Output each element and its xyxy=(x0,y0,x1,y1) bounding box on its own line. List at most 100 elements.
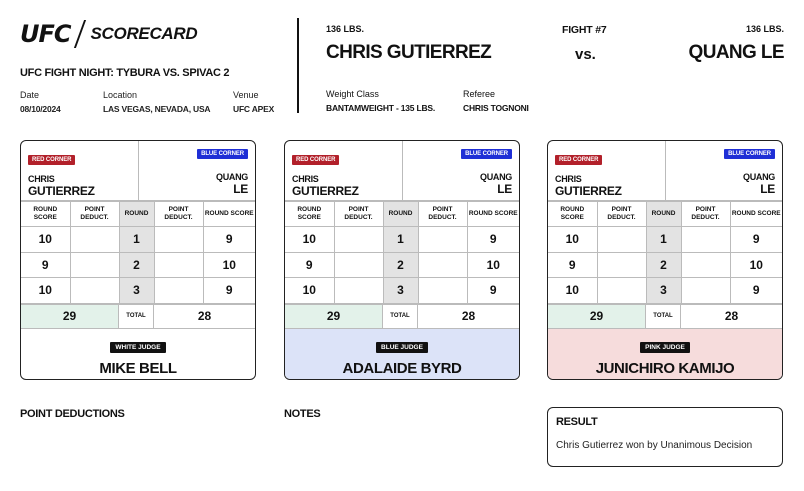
round-number: 1 xyxy=(645,226,682,253)
score-table: ROUND SCORE POINT DEDUCT. ROUND POINT DE… xyxy=(285,201,519,304)
blue-corner-badge: BLUE CORNER xyxy=(197,149,248,159)
round-header: ROUND xyxy=(382,201,419,227)
judge-panel: BLUE JUDGE ADALAIDE BYRD xyxy=(285,328,519,379)
red-point-deduct-header: POINT DEDUCT. xyxy=(333,201,384,227)
location-value: LAS VEGAS, NEVADA, USA xyxy=(103,104,211,114)
red-fighter-last-name: GUTIERREZ xyxy=(28,184,95,198)
red-round-score: 10 xyxy=(21,277,71,304)
red-corner-panel: RED CORNER CHRIS GUTIERREZ xyxy=(21,141,139,200)
scorecard-logo-text: SCORECARD xyxy=(90,24,198,43)
red-round-score: 10 xyxy=(285,226,335,253)
round-number: 2 xyxy=(118,251,155,278)
score-row: 9 2 10 xyxy=(21,251,255,278)
score-row: 10 1 9 xyxy=(285,226,519,253)
result-text: Chris Gutierrez won by Unanimous Decisio… xyxy=(556,440,753,451)
blue-round-score: 9 xyxy=(202,277,255,304)
score-table: ROUND SCORE POINT DEDUCT. ROUND POINT DE… xyxy=(21,201,255,304)
red-corner-panel: RED CORNER CHRIS GUTIERREZ xyxy=(548,141,666,200)
judge-panel: WHITE JUDGE MIKE BELL xyxy=(21,329,255,380)
referee-label: Referee xyxy=(463,89,496,99)
red-point-deduction xyxy=(69,251,120,278)
notes-heading: NOTES xyxy=(284,408,321,420)
blue-round-score: 10 xyxy=(466,251,519,278)
red-corner-panel: RED CORNER CHRIS GUTIERREZ xyxy=(285,141,403,200)
blue-point-deduction xyxy=(153,226,204,253)
red-round-score-header: ROUND SCORE xyxy=(285,201,335,227)
location-field: Location LAS VEGAS, NEVADA, USA xyxy=(103,90,211,114)
red-corner-badge: RED CORNER xyxy=(555,155,603,165)
judge-scorecard-1: RED CORNER CHRIS GUTIERREZ BLUE CORNER Q… xyxy=(20,140,256,380)
weight-class-label: Weight Class xyxy=(326,89,379,99)
fight-number: FIGHT #7 xyxy=(562,24,607,36)
red-point-deduction xyxy=(69,277,120,304)
logo-divider xyxy=(73,20,86,48)
red-fighter-last-name: GUTIERREZ xyxy=(555,184,622,198)
blue-corner-fighter: QUANG LE xyxy=(673,171,775,196)
blue-round-score: 10 xyxy=(729,251,782,278)
round-number: 1 xyxy=(118,226,155,253)
red-total-score: 29 xyxy=(21,304,119,328)
judge-panel: PINK JUDGE JUNICHIRO KAMIJO xyxy=(548,328,782,379)
blue-round-score: 9 xyxy=(466,226,519,253)
blue-point-deduction xyxy=(680,226,731,253)
red-round-score: 9 xyxy=(285,251,335,278)
date-label: Date xyxy=(20,90,40,100)
blue-fighter-name: QUANG LE xyxy=(688,42,785,63)
judge-name: JUNICHIRO KAMIJO xyxy=(595,359,735,377)
red-point-deduction xyxy=(333,251,384,278)
red-point-deduction xyxy=(333,277,384,304)
score-table-header: ROUND SCORE POINT DEDUCT. ROUND POINT DE… xyxy=(548,201,782,227)
totals-row: 29 TOTAL 28 xyxy=(548,303,782,329)
blue-corner-badge: BLUE CORNER xyxy=(461,149,512,159)
score-table-header: ROUND SCORE POINT DEDUCT. ROUND POINT DE… xyxy=(21,201,255,227)
total-label: TOTAL xyxy=(646,304,681,328)
blue-fighter-last-name: LE xyxy=(497,182,512,196)
total-label: TOTAL xyxy=(383,304,418,328)
event-title: UFC FIGHT NIGHT: TYBURA VS. SPIVAC 2 xyxy=(20,67,230,79)
blue-total-score: 28 xyxy=(724,309,739,323)
blue-round-score-header: ROUND SCORE xyxy=(202,201,255,227)
total-label: TOTAL xyxy=(119,304,154,328)
red-corner-fighter: CHRIS GUTIERREZ xyxy=(28,173,131,197)
weight-class-value: BANTAMWEIGHT - 135 LBS. xyxy=(326,103,436,113)
versus-label: vs. xyxy=(575,46,596,63)
location-label: Location xyxy=(103,90,138,100)
red-round-score: 10 xyxy=(285,277,335,304)
score-table: ROUND SCORE POINT DEDUCT. ROUND POINT DE… xyxy=(548,201,782,304)
blue-point-deduct-header: POINT DEDUCT. xyxy=(417,201,468,227)
blue-point-deduction xyxy=(417,226,468,253)
red-total-score: 29 xyxy=(285,304,383,328)
round-number: 2 xyxy=(645,251,682,278)
weight-class-field: Weight Class BANTAMWEIGHT - 135 LBS. xyxy=(326,89,435,113)
venue-value: UFC APEX xyxy=(233,104,275,114)
blue-fighter-weight: 136 LBS. xyxy=(745,24,784,34)
blue-point-deduct-header: POINT DEDUCT. xyxy=(153,201,204,227)
blue-corner-fighter: QUANG LE xyxy=(410,171,512,196)
totals-row: 29 TOTAL 28 xyxy=(21,303,255,329)
red-total-score: 29 xyxy=(548,304,646,328)
blue-round-score: 9 xyxy=(466,277,519,304)
red-corner-badge: RED CORNER xyxy=(28,155,76,165)
judge-badge: WHITE JUDGE xyxy=(110,341,166,353)
red-round-score: 9 xyxy=(548,251,598,278)
judge-scorecard-3: RED CORNER CHRIS GUTIERREZ BLUE CORNER Q… xyxy=(547,140,783,380)
ufc-scorecard-logo: UFC SCORECARD xyxy=(20,20,198,48)
blue-corner-panel: BLUE CORNER QUANG LE xyxy=(666,141,783,200)
blue-fighter-last-name: LE xyxy=(760,182,775,196)
blue-corner-badge: BLUE CORNER xyxy=(724,149,775,159)
blue-round-score: 9 xyxy=(729,226,782,253)
judge-badge: PINK JUDGE xyxy=(640,341,690,353)
blue-point-deduction xyxy=(153,251,204,278)
judge-name: ADALAIDE BYRD xyxy=(342,359,462,377)
red-round-score: 10 xyxy=(21,226,71,253)
date-field: Date 08/10/2024 xyxy=(20,90,61,114)
red-fighter-weight: 136 LBS. xyxy=(326,24,365,34)
result-title: RESULT xyxy=(556,416,598,428)
score-row: 10 1 9 xyxy=(21,226,255,253)
score-row: 9 2 10 xyxy=(285,251,519,278)
red-round-score: 10 xyxy=(548,277,598,304)
blue-fighter-last-name: LE xyxy=(233,182,248,196)
venue-field: Venue UFC APEX xyxy=(233,90,274,114)
date-value: 08/10/2024 xyxy=(20,104,61,114)
red-round-score-header: ROUND SCORE xyxy=(21,201,71,227)
